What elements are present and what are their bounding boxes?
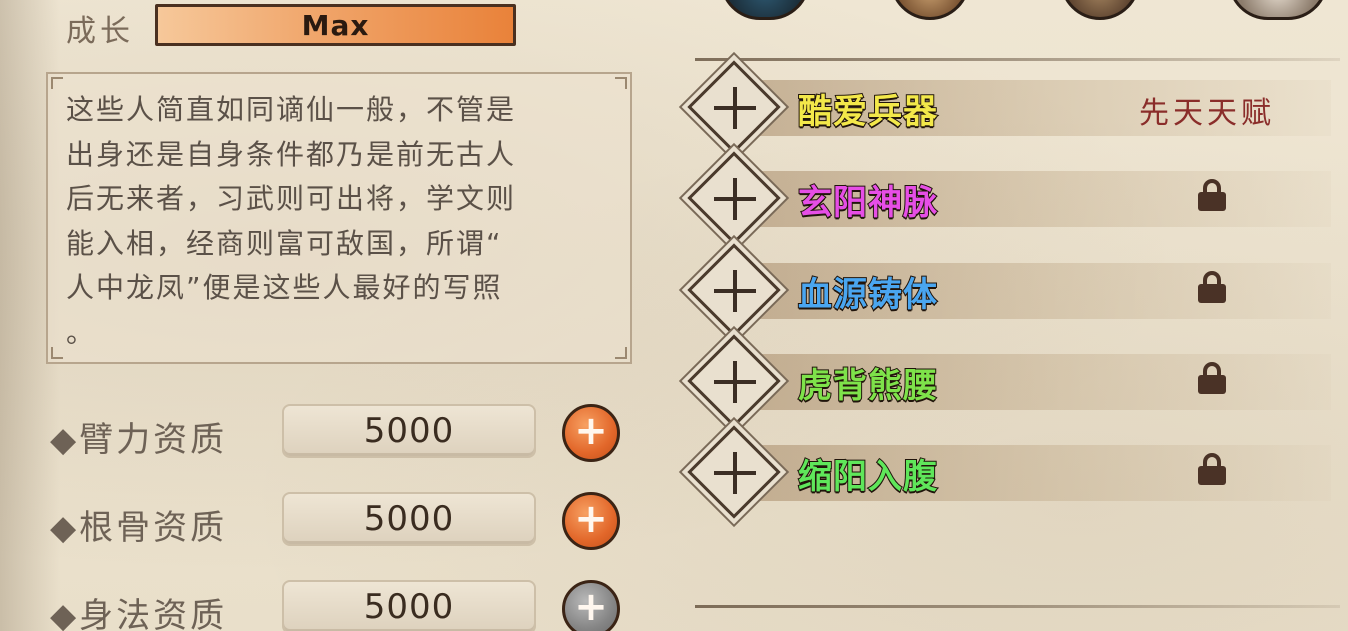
cross-icon bbox=[712, 268, 758, 314]
description-line: 人中龙凤”便是这些人最好的写照 bbox=[66, 271, 503, 304]
cross-icon bbox=[712, 450, 758, 496]
stat-row-strength: ◆臂力资质 5000 + bbox=[50, 404, 630, 464]
talent-tag: 先天天赋 bbox=[1139, 96, 1275, 131]
talent-slot[interactable]: 缩阳入腹 bbox=[687, 425, 1335, 519]
description-line: 。 bbox=[66, 315, 97, 349]
stat-value: 5000 bbox=[363, 587, 455, 627]
description-line: 这些人简直如同谪仙一般，不管是 bbox=[66, 93, 517, 126]
description-box: 这些人简直如同谪仙一般，不管是 出身还是自身条件都乃是前无古人 后无来者，习武则… bbox=[46, 72, 632, 364]
description-line: 出身还是自身条件都乃是前无古人 bbox=[66, 137, 517, 171]
divider bbox=[695, 605, 1340, 608]
talent-name: 虎背熊腰 bbox=[797, 365, 938, 407]
plus-icon: + bbox=[574, 408, 608, 454]
equipment-art-3 bbox=[1060, 0, 1140, 20]
talent-name: 血源铸体 bbox=[797, 274, 938, 316]
stat-value: 5000 bbox=[363, 499, 455, 539]
lock-icon bbox=[1198, 362, 1226, 394]
stat-label: ◆身法资质 bbox=[50, 596, 228, 631]
frame-corner bbox=[51, 77, 63, 89]
add-strength-button[interactable]: + bbox=[562, 404, 620, 462]
frame-corner bbox=[615, 347, 627, 359]
stat-value-box: 5000 bbox=[282, 404, 536, 458]
stat-value: 5000 bbox=[363, 411, 455, 451]
cross-icon bbox=[712, 85, 758, 131]
stat-label: ◆根骨资质 bbox=[50, 508, 228, 548]
talent-slot[interactable]: 血源铸体 bbox=[687, 243, 1335, 337]
add-agility-button[interactable]: + bbox=[562, 580, 620, 631]
equipment-art-1 bbox=[720, 0, 810, 20]
growth-label: 成长 bbox=[66, 14, 134, 49]
add-constitution-button[interactable]: + bbox=[562, 492, 620, 550]
cross-icon bbox=[712, 359, 758, 405]
talent-slot[interactable]: 玄阳神脉 bbox=[687, 151, 1335, 245]
talent-slot[interactable]: 酷爱兵器 先天天赋 bbox=[687, 60, 1335, 154]
frame-corner bbox=[615, 77, 627, 89]
talent-slot[interactable]: 虎背熊腰 bbox=[687, 334, 1335, 428]
character-talent-screen: 成长 Max 这些人简直如同谪仙一般，不管是 出身还是自身条件都乃是前无古人 后… bbox=[0, 0, 1348, 631]
growth-value: Max bbox=[301, 8, 370, 42]
description-text: 这些人简直如同谪仙一般，不管是 出身还是自身条件都乃是前无古人 后无来者，习武则… bbox=[66, 88, 612, 355]
talent-name: 酷爱兵器 bbox=[797, 91, 938, 133]
stat-value-box: 5000 bbox=[282, 580, 536, 631]
plus-icon: + bbox=[574, 584, 608, 630]
equipment-art-4 bbox=[1228, 0, 1328, 20]
stat-row-agility: ◆身法资质 5000 + bbox=[50, 580, 630, 631]
talent-name: 缩阳入腹 bbox=[797, 456, 938, 498]
lock-icon bbox=[1198, 179, 1226, 211]
lock-icon bbox=[1198, 271, 1226, 303]
growth-bar: Max bbox=[155, 4, 516, 46]
description-line: 能入相，经商则富可敌国，所谓“ bbox=[66, 226, 503, 260]
plus-icon: + bbox=[574, 496, 608, 542]
stat-value-box: 5000 bbox=[282, 492, 536, 546]
divider bbox=[695, 58, 1340, 61]
talent-name: 玄阳神脉 bbox=[797, 182, 938, 224]
stat-label: ◆臂力资质 bbox=[50, 420, 228, 460]
stat-row-constitution: ◆根骨资质 5000 + bbox=[50, 492, 630, 552]
lock-icon bbox=[1198, 453, 1226, 485]
equipment-art-2 bbox=[890, 0, 970, 20]
cross-icon bbox=[712, 176, 758, 222]
description-line: 后无来者，习武则可出将，学文则 bbox=[66, 182, 517, 215]
frame-corner bbox=[51, 347, 63, 359]
